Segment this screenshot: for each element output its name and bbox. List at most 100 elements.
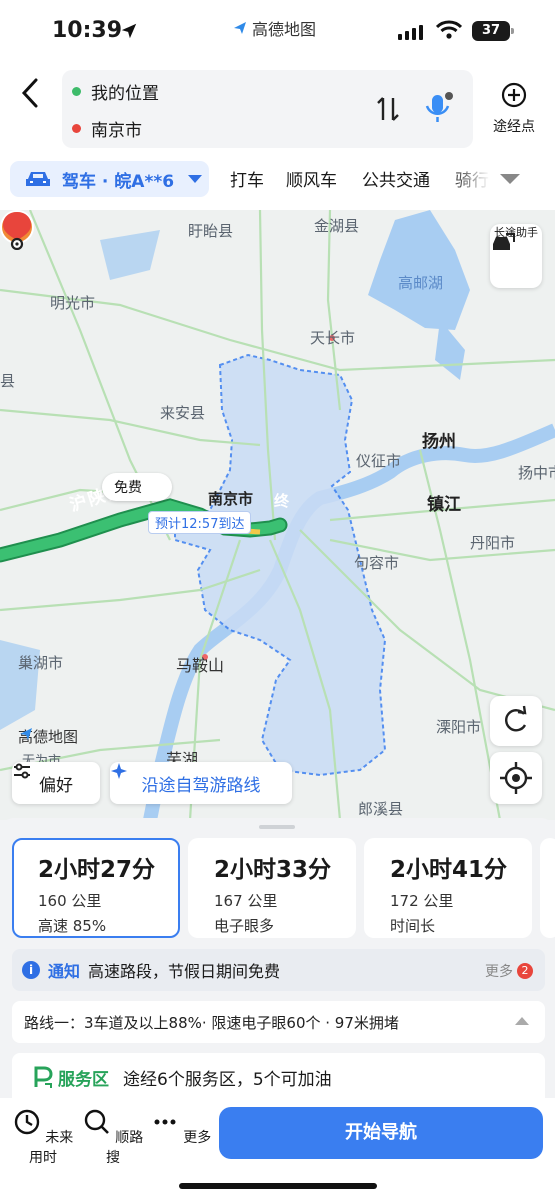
transport-mode-bar: 驾车 · 皖A**6 打车 顺风车 公共交通 骑行 xyxy=(0,158,555,210)
start-navigation-button[interactable]: 开始导航 xyxy=(219,1107,543,1159)
panel-drag-handle[interactable] xyxy=(259,825,295,829)
add-waypoint-button[interactable]: 途经点 xyxy=(484,82,544,136)
label-zhenjiang: 镇江 xyxy=(427,495,461,515)
origin-text: 我的位置 xyxy=(91,83,159,104)
back-button[interactable] xyxy=(16,76,46,110)
lake-west xyxy=(100,230,160,280)
more-dots-icon xyxy=(154,1119,176,1125)
amap-logo-icon xyxy=(234,22,246,34)
service-area-row[interactable]: 服务区 途经6个服务区，5个可加油 xyxy=(12,1053,545,1101)
along-search-button[interactable]: 顺路搜 xyxy=(78,1108,148,1167)
route-duration: 2小时33分 xyxy=(214,857,332,883)
more-label: 更多 xyxy=(183,1130,212,1146)
amap-watermark-icon xyxy=(20,728,32,740)
voice-input-icon[interactable] xyxy=(422,90,456,126)
scenic-route-label: 沿途自驾游路线 xyxy=(141,775,261,796)
swap-icon[interactable] xyxy=(374,94,402,124)
gaoyou-lake xyxy=(368,210,470,330)
label-mingguang: 明光市 xyxy=(50,294,96,312)
route-tag: 电子眼多 xyxy=(214,917,275,935)
route-duration: 2小时41分 xyxy=(390,857,508,883)
route-duration: 2小时27分 xyxy=(38,857,156,883)
locate-me-button[interactable] xyxy=(490,752,542,804)
label-county-edge: 县 xyxy=(0,372,16,390)
notice-more-link[interactable]: 更多 2 xyxy=(485,961,533,981)
label-yizheng: 仪征市 xyxy=(356,452,402,470)
label-langxi: 郎溪县 xyxy=(358,800,404,818)
home-indicator[interactable] xyxy=(179,1183,377,1189)
info-icon: i xyxy=(22,961,40,979)
future-time-button[interactable]: 未来用时 xyxy=(8,1108,78,1167)
end-marker-label: 终 xyxy=(274,492,290,510)
label-tianchang: 天长市 xyxy=(310,329,356,347)
route-distance: 172 公里 xyxy=(390,892,454,910)
tab-taxi[interactable]: 打车 xyxy=(230,166,264,191)
clock-icon xyxy=(14,1109,39,1135)
along-search-label: 顺路搜 xyxy=(106,1130,144,1166)
route-option-3[interactable]: 2小时41分 172 公里 时间长 xyxy=(364,838,532,938)
destination-field[interactable]: 南京市 xyxy=(72,113,142,143)
label-jinhu: 金湖县 xyxy=(314,217,360,235)
label-liyang: 溧阳市 xyxy=(436,718,482,736)
eta-tag: 预计12:57到达 xyxy=(148,511,252,534)
tab-fade xyxy=(450,158,490,204)
route-distance: 160 公里 xyxy=(38,892,102,910)
route-option-2[interactable]: 2小时33分 167 公里 电子眼多 xyxy=(188,838,356,938)
long-trip-assistant-button[interactable]: 长途助手 xyxy=(490,224,542,288)
plus-circle-icon xyxy=(501,82,527,108)
service-area-title: 服务区 xyxy=(32,1065,109,1090)
label-chaohu: 巢湖市 xyxy=(18,654,64,672)
destination-dot xyxy=(72,123,81,133)
refresh-button[interactable] xyxy=(490,696,542,746)
origin-dot xyxy=(72,86,81,96)
free-toll-tag: 免费 xyxy=(102,473,172,501)
service-area-text: 途经6个服务区，5个可加油 xyxy=(123,1069,332,1090)
label-xuyi: 盱眙县 xyxy=(188,222,234,240)
label-laian: 来安县 xyxy=(160,404,206,422)
map-watermark: 高德地图 xyxy=(18,726,78,747)
waypoint-label: 途经点 xyxy=(493,119,535,135)
route-tag: 高速 85% xyxy=(38,917,107,935)
brand-text: 高德地图 xyxy=(252,20,317,39)
route-summary-row[interactable]: 路线一：3车道及以上88%· 限速电子眼60个 · 97米拥堵 xyxy=(12,1001,545,1043)
chevron-up-icon xyxy=(515,1017,529,1025)
map-view[interactable]: 盱眙县 金湖县 高邮湖 明光市 天长市 县 来安县 扬州 仪征市 扬中市 南京市… xyxy=(0,210,555,820)
tab-carpool[interactable]: 顺风车 xyxy=(286,166,337,191)
notice-title: 通知 xyxy=(48,962,81,981)
label-danyang: 丹阳市 xyxy=(470,534,516,552)
preference-label: 偏好 xyxy=(39,775,73,796)
signal-icon xyxy=(398,24,423,40)
route-option-1[interactable]: 2小时27分 160 公里 高速 85% xyxy=(12,838,180,938)
notice-banner[interactable]: i 通知 高速路段，节假日期间免费 更多 2 xyxy=(12,949,545,991)
label-jurong: 句容市 xyxy=(354,554,400,572)
origin-field[interactable]: 我的位置 xyxy=(72,76,159,106)
car-icon xyxy=(26,172,50,186)
wifi-icon xyxy=(436,20,462,39)
tab-transit[interactable]: 公共交通 xyxy=(362,166,430,191)
preference-button[interactable]: 偏好 xyxy=(12,762,100,804)
more-modes-icon[interactable] xyxy=(500,174,520,184)
scenic-route-button[interactable]: 沿途自驾游路线 xyxy=(110,762,292,804)
refresh-icon xyxy=(505,705,527,732)
label-maanshan: 马鞍山 xyxy=(176,656,225,675)
notice-more-label: 更多 xyxy=(485,964,513,980)
destination-text: 南京市 xyxy=(91,120,142,141)
route-header: 我的位置 南京市 途经点 xyxy=(0,62,555,158)
service-area-label: 服务区 xyxy=(58,1069,109,1090)
route-option-peek[interactable] xyxy=(540,838,555,938)
label-gaoyou-lake: 高邮湖 xyxy=(398,274,444,292)
sliders-icon xyxy=(14,763,30,779)
sparkle-icon xyxy=(111,763,127,779)
status-bar: 10:39 高德地图 37 xyxy=(0,0,555,62)
route-summary-text: 路线一：3车道及以上88%· 限速电子眼60个 · 97米拥堵 xyxy=(24,1014,399,1032)
destination-marker-icon[interactable] xyxy=(0,210,34,250)
bottom-action-bar: 未来用时 顺路搜 更多 开始导航 xyxy=(0,1098,555,1200)
search-icon xyxy=(84,1109,109,1134)
more-button[interactable]: 更多 xyxy=(146,1108,216,1147)
mode-car-selector[interactable]: 驾车 · 皖A**6 xyxy=(10,161,209,197)
label-yangzhou: 扬州 xyxy=(422,432,456,452)
route-tag: 时间长 xyxy=(390,917,436,935)
car-mode-label: 驾车 · 皖A**6 xyxy=(62,171,175,192)
route-input-box: 我的位置 南京市 xyxy=(62,70,473,148)
route-options-panel: 2小时27分 160 公里 高速 85% 2小时33分 167 公里 电子眼多 … xyxy=(0,818,555,1101)
